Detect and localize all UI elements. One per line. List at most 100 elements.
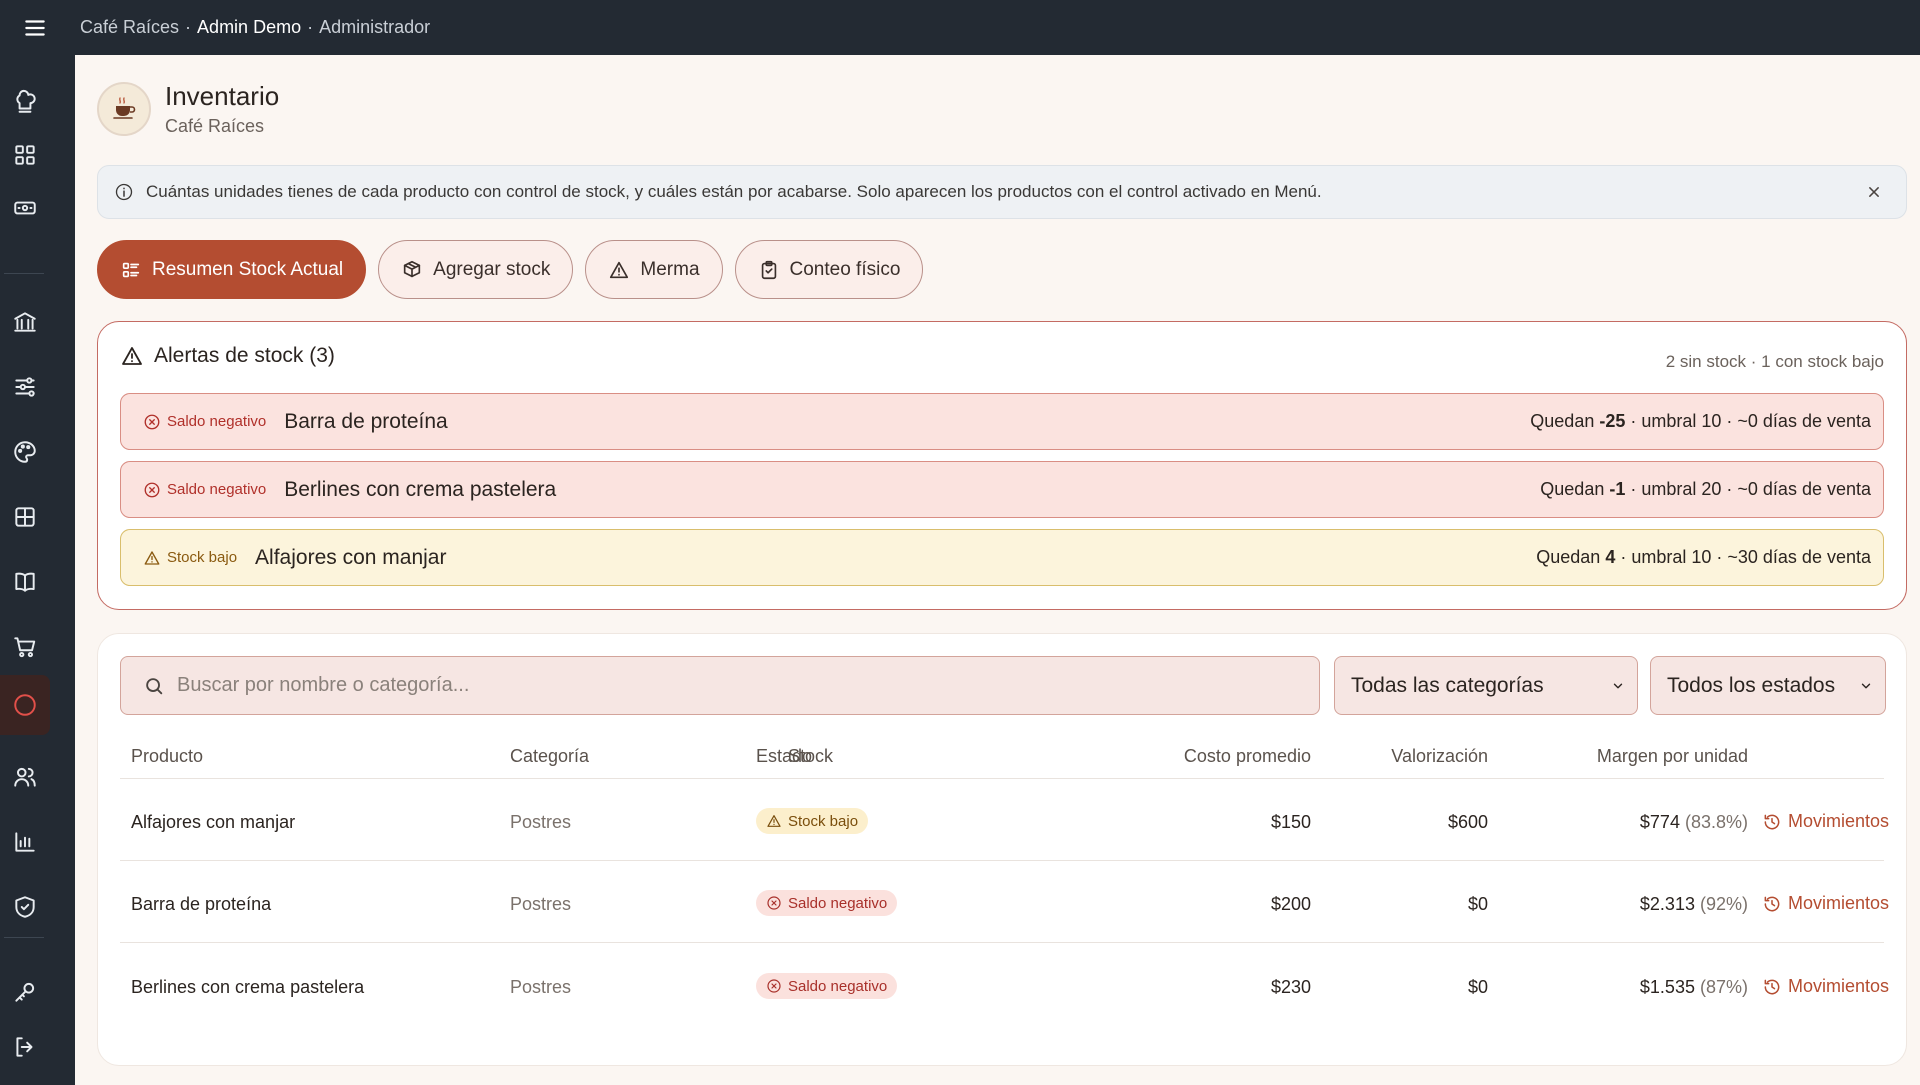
ticket-icon (14, 201, 36, 215)
cell-product: Barra de proteína (131, 894, 272, 914)
column-header-cost[interactable]: Costo promedio (1028, 746, 1311, 767)
row-divider (120, 942, 1884, 943)
circle-icon (14, 694, 36, 716)
history-icon (1764, 814, 1780, 829)
sidebar-item-bank[interactable] (0, 297, 50, 347)
chef-hat-icon (16, 89, 36, 113)
cell-margin: $774 (83.8%) (1639, 812, 1748, 832)
table-icon (15, 507, 35, 527)
tab-stock-summary[interactable]: Resumen Stock Actual (97, 240, 367, 299)
sidebar-item-kitchen[interactable] (0, 77, 50, 127)
cart-icon (14, 637, 36, 658)
main-content: Inventario Café Raíces Cuántas unidades … (75, 55, 1920, 1085)
close-icon[interactable] (1864, 182, 1884, 202)
sidebar-item-theme[interactable] (0, 427, 50, 477)
search-input[interactable]: Buscar por nombre o categoría... (120, 656, 1320, 715)
sidebar-item-reports[interactable] (0, 817, 50, 867)
sidebar-item-inventory[interactable] (0, 675, 50, 735)
sidebar-item-settings[interactable] (0, 362, 50, 412)
alert-row: Saldo negativo Barra de proteína Quedan … (120, 393, 1884, 450)
alerts-heading: Alertas de stock (3) (120, 344, 335, 368)
history-icon (1764, 979, 1780, 994)
info-banner: Cuántas unidades tienes de cada producto… (97, 165, 1907, 219)
top-bar: Café Raíces · Admin Demo · Administrador (0, 0, 1920, 55)
status-badge: Saldo negativo (756, 973, 898, 999)
sidebar (0, 55, 75, 1085)
x-circle-icon (767, 896, 781, 910)
header-divider (120, 778, 1884, 779)
grid-icon (15, 145, 35, 165)
alert-status: Stock bajo (143, 549, 237, 567)
alert-detail: Quedan -25 · umbral 10 · ~0 días de vent… (1530, 411, 1871, 431)
coffee-cup-icon (113, 97, 136, 119)
cell-product: Berlines con crema pastelera (131, 977, 365, 997)
cell-margin: $1.535 (87%) (1639, 977, 1748, 997)
movements-link[interactable]: Movimientos (1762, 976, 1889, 997)
menu-toggle-button[interactable] (0, 0, 70, 55)
user-role: Administrador (319, 17, 431, 37)
movements-link[interactable]: Movimientos (1762, 811, 1889, 832)
info-text: Cuántas unidades tienes de cada producto… (146, 182, 1322, 201)
alerts-summary: 2 sin stock · 1 con stock bajo (1665, 352, 1884, 371)
cafe-logo (97, 82, 151, 136)
status-badge: Saldo negativo (756, 890, 898, 916)
cell-cost: $230 (1270, 977, 1311, 997)
cell-product: Alfajores con manjar (131, 812, 296, 832)
app-title: Café Raíces · Admin Demo · Administrador (80, 17, 431, 37)
stock-alerts-panel: Alertas de stock (3) 2 sin stock · 1 con… (97, 321, 1907, 610)
column-header-value[interactable]: Valorización (1288, 746, 1488, 767)
sliders-icon (15, 377, 35, 397)
column-header-product[interactable]: Producto (131, 746, 203, 767)
alert-detail: Quedan -1 · umbral 20 · ~0 días de venta (1540, 479, 1871, 499)
search-icon (146, 677, 163, 694)
alert-product: Berlines con crema pastelera (284, 477, 557, 501)
column-header-status[interactable]: Estado (756, 746, 812, 767)
x-circle-icon (767, 979, 781, 993)
cell-category: Postres (510, 977, 572, 997)
book-icon (15, 572, 35, 592)
warning-icon (144, 550, 160, 565)
column-header-category[interactable]: Categoría (510, 746, 589, 767)
cell-margin: $2.313 (92%) (1639, 894, 1748, 914)
alert-row: Saldo negativo Berlines con crema pastel… (120, 461, 1884, 518)
cell-value: $0 (1467, 894, 1488, 914)
movements-link[interactable]: Movimientos (1762, 893, 1889, 914)
user-name: Admin Demo (197, 17, 302, 37)
cell-category: Postres (510, 894, 572, 914)
warning-icon (122, 347, 142, 365)
x-circle-icon (144, 414, 160, 429)
sidebar-item-password[interactable] (0, 967, 50, 1017)
tab-physical-count[interactable]: Conteo físico (734, 240, 924, 299)
sidebar-item-cash[interactable] (0, 183, 50, 233)
cell-category: Postres (510, 812, 572, 832)
key-icon (15, 982, 35, 1002)
alert-product: Alfajores con manjar (255, 545, 447, 569)
package-plus-icon (403, 260, 421, 277)
cell-value: $600 (1447, 812, 1488, 832)
cell-cost: $150 (1270, 812, 1311, 832)
sidebar-item-menu[interactable] (0, 557, 50, 607)
sidebar-item-users[interactable] (0, 752, 50, 802)
sidebar-item-dashboard[interactable] (0, 130, 50, 180)
hamburger-icon (25, 19, 45, 36)
column-header-margin[interactable]: Margen por unidad (1488, 746, 1748, 767)
sidebar-item-security[interactable] (0, 882, 50, 932)
tab-waste[interactable]: Merma (585, 240, 723, 299)
inventory-tabs: Resumen Stock Actual Agregar stock Merma… (97, 240, 924, 299)
sidebar-item-logout[interactable] (0, 1022, 50, 1072)
inventory-table-card: Buscar por nombre o categoría... Todas l… (97, 633, 1907, 1066)
users-icon (14, 767, 36, 787)
alert-row: Stock bajo Alfajores con manjar Quedan 4… (120, 529, 1884, 586)
palette-icon (14, 441, 36, 463)
category-select[interactable]: Todas las categorías (1334, 656, 1638, 715)
status-select[interactable]: Todos los estados (1650, 656, 1886, 715)
sidebar-item-orders[interactable] (0, 622, 50, 672)
page-header: Inventario Café Raíces (97, 81, 279, 137)
list-icon (122, 262, 140, 277)
sidebar-item-tables[interactable] (0, 492, 50, 542)
business-name: Café Raíces (80, 17, 180, 37)
tab-add-stock[interactable]: Agregar stock (378, 240, 574, 299)
row-divider (120, 860, 1884, 861)
alert-detail: Quedan 4 · umbral 10 · ~30 días de venta (1536, 547, 1871, 567)
cell-cost: $200 (1270, 894, 1311, 914)
